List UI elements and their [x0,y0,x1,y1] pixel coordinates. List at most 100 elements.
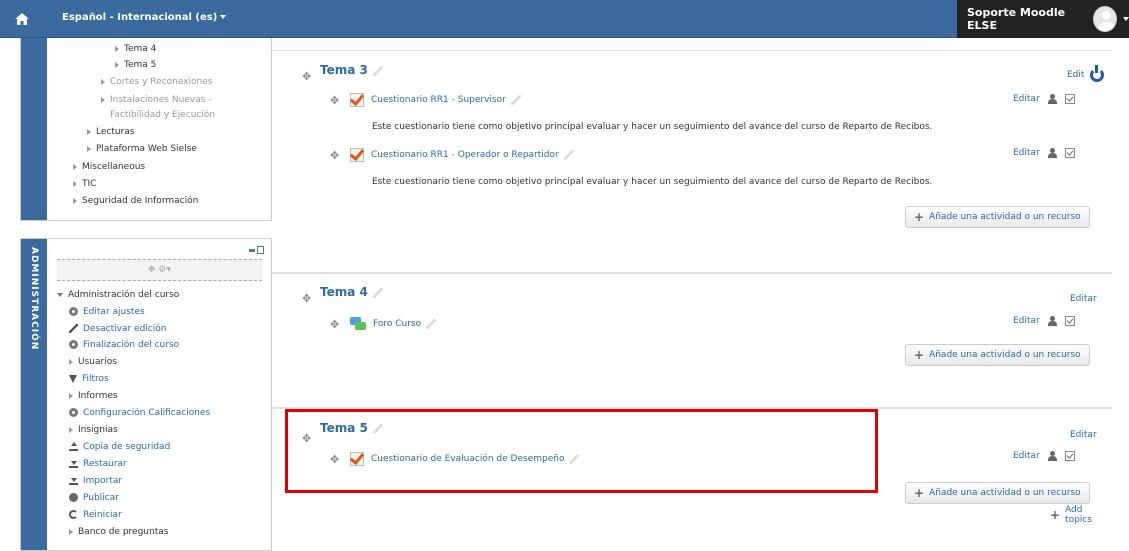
admin-item-label: Filtros [82,374,109,384]
nav-item-label: Seguridad de Información [82,196,199,206]
person-icon[interactable] [1047,94,1057,104]
admin-item-insignias[interactable]: Insignias [69,425,118,435]
nav-item-tema4[interactable]: Tema 4 [115,44,156,54]
activity-controls: Editar [1013,316,1075,326]
nav-item-label: Cortes y Reconexiones [110,77,213,87]
nav-item-lecturas[interactable]: Lecturas [87,127,134,137]
activity-description: Este cuestionario tiene como objetivo pr… [372,177,933,187]
activity-edit-link[interactable]: Editar [1013,94,1040,104]
pencil-icon[interactable] [426,319,437,329]
download-icon [69,459,78,468]
move-icon[interactable]: ✥ [330,95,339,106]
section-title[interactable]: Tema 4 [320,285,383,299]
pencil-icon[interactable] [510,95,521,105]
admin-item-editar-ajustes[interactable]: Editar ajustes [69,307,145,317]
admin-item-restaurar[interactable]: Restaurar [69,459,127,469]
person-icon[interactable] [1047,316,1057,326]
pencil-icon[interactable] [372,65,383,76]
admin-item-label: Banco de preguntas [78,527,169,537]
add-activity-label: Añade una actividad o un recurso [929,488,1081,498]
move-icon[interactable]: ✥ [302,71,311,82]
forum-icon [350,317,366,331]
section-edit-link[interactable]: Editar [1070,294,1097,304]
admin-item-calificaciones[interactable]: Configuración Calificaciones [69,408,210,418]
section-tema4: ✥ Tema 4 Editar ✥ Foro Curso Editar + Aña… [272,274,1112,406]
checkbox-icon[interactable] [1064,94,1075,104]
person-icon[interactable] [1047,148,1057,158]
quiz-icon [350,148,364,162]
dock-controls[interactable] [249,246,264,254]
nav-item-tic[interactable]: TIC [73,179,96,189]
admin-item-label: Insignias [78,425,118,435]
nav-item-plataforma[interactable]: Plataforma Web Sielse [87,144,197,154]
quiz-icon [350,93,364,107]
activity-description: Este cuestionario tiene como objetivo pr… [372,122,933,132]
triangle-icon [101,96,105,103]
admin-item-label: Publicar [83,493,119,503]
checkbox-icon[interactable] [1064,451,1075,461]
navigation-block: Tema 4 Tema 5 Cortes y Reconexiones Inst… [20,38,272,221]
activity-edit-link[interactable]: Editar [1013,451,1040,461]
activity-quiz-supervisor[interactable]: Cuestionario RR1 - Supervisor [350,93,521,107]
add-activity-button[interactable]: + Añade una actividad o un recurso [905,206,1090,228]
pencil-icon[interactable] [372,287,383,298]
user-menu[interactable]: Soporte Moodle ELSE [957,0,1129,38]
admin-header-label: Administración del curso [68,290,180,300]
activity-forum[interactable]: Foro Curso [350,317,437,331]
nav-item-label: Lecturas [96,127,135,137]
activity-edit-link[interactable]: Editar [1013,316,1040,326]
block-title: ADMINISTRACIÓN [29,247,39,351]
nav-item-instalaciones-cont: Factibilidad y Ejecución [110,110,215,120]
activity-quiz-operador[interactable]: Cuestionario RR1 - Operador o Repartidor [350,148,574,162]
admin-item-label: Reiniciar [83,510,122,520]
admin-item-importar[interactable]: Importar [69,476,122,486]
activity-name: Cuestionario RR1 - Supervisor [371,95,506,105]
person-icon[interactable] [1047,451,1057,461]
pencil-icon [69,324,78,333]
admin-item-desactivar-edicion[interactable]: Desactivar edición [69,324,166,334]
checkbox-icon[interactable] [1064,316,1075,326]
add-activity-button[interactable]: + Añade una actividad o un recurso [905,344,1090,366]
download-icon [69,476,78,485]
nav-item-tema5[interactable]: Tema 5 [115,60,156,70]
block-move-row[interactable]: ✥ ⚙▾ [57,259,262,281]
admin-item-copia-seguridad[interactable]: Copia de seguridad [69,442,170,452]
admin-course-header[interactable]: Administración del curso [57,290,179,300]
admin-item-informes[interactable]: Informes [69,391,118,401]
language-menu[interactable]: Español - Internacional (es) [62,12,227,23]
nav-item-label: Factibilidad y Ejecución [110,110,216,120]
add-topics-link[interactable]: + Add topics [1050,505,1112,525]
admin-item-publicar[interactable]: Publicar [69,493,119,503]
nav-item-miscellaneous[interactable]: Miscellaneous [73,162,145,172]
section-title[interactable]: Tema 3 [320,63,383,77]
admin-item-filtros[interactable]: Filtros [69,374,109,384]
nav-item-instalaciones[interactable]: Instalaciones Nuevas - [101,95,211,105]
highlight-box [285,409,878,493]
move-icon[interactable]: ✥ [330,150,339,161]
admin-item-banco-preguntas[interactable]: Banco de preguntas [69,527,168,537]
nav-item-seguridad[interactable]: Seguridad de Información [73,196,198,206]
nav-item-cortes[interactable]: Cortes y Reconexiones [101,77,212,87]
power-icon[interactable] [1090,65,1104,82]
section-edit-link[interactable]: Edit [1067,70,1084,80]
chevron-down-icon [220,15,227,19]
checkbox-icon[interactable] [1064,148,1075,158]
plus-icon: + [914,486,925,500]
add-activity-button[interactable]: + Añade una actividad o un recurso [905,482,1090,504]
admin-item-finalizacion[interactable]: Finalización del curso [69,340,179,350]
admin-item-reiniciar[interactable]: Reiniciar [69,510,122,520]
move-icon[interactable]: ✥ [302,293,311,304]
section-edit-link[interactable]: Editar [1070,430,1097,440]
block-sidebar-bar: ADMINISTRACIÓN [21,239,47,550]
admin-item-label: Desactivar edición [83,324,167,334]
admin-item-usuarios[interactable]: Usuarios [69,357,117,367]
add-topics-label: Add topics [1065,505,1092,525]
move-icon[interactable]: ✥ [330,319,339,330]
globe-icon [69,493,78,502]
gear-icon [69,408,78,417]
home-button[interactable] [0,0,44,38]
dock-icon [257,246,264,254]
nav-item-label: Tema 5 [124,60,157,70]
activity-edit-link[interactable]: Editar [1013,148,1040,158]
pencil-icon[interactable] [563,150,574,160]
